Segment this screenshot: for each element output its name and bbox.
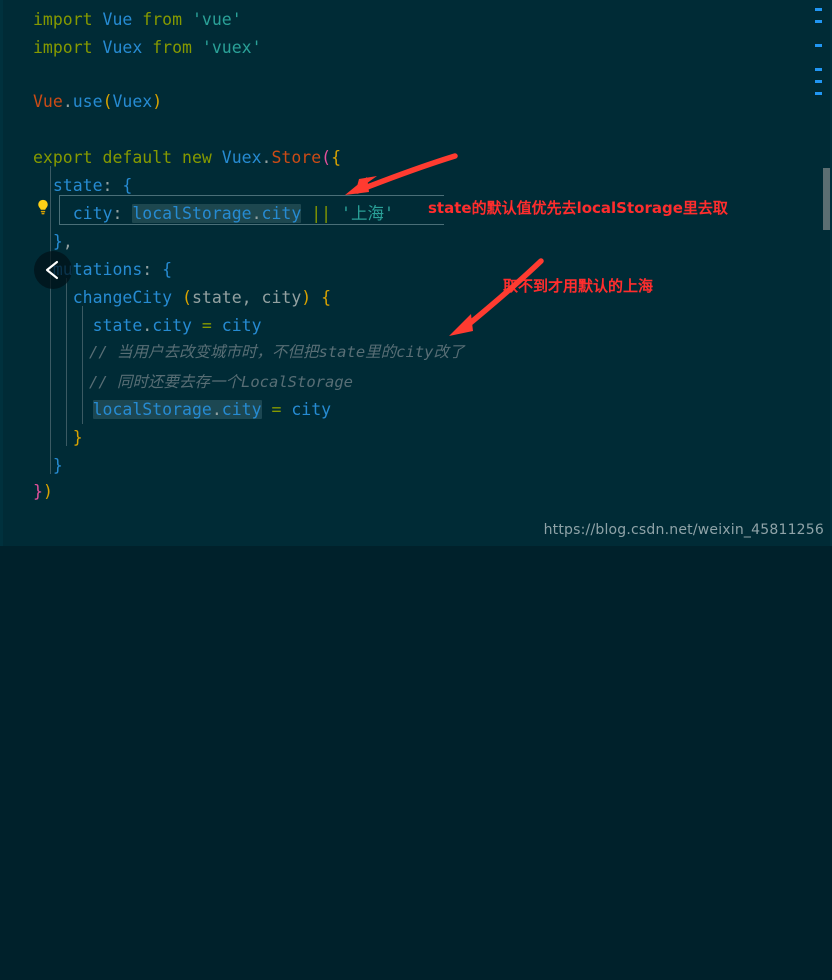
token-colon: : bbox=[142, 260, 153, 279]
code-line-comment: // 同时还要去存一个LocalStorage bbox=[33, 368, 353, 396]
token-paren-open: ( bbox=[182, 288, 192, 307]
token-vuex: Vuex bbox=[102, 38, 143, 57]
minimap-mark bbox=[815, 80, 822, 83]
token-export: export bbox=[33, 148, 93, 167]
token-city: city bbox=[261, 204, 302, 223]
code-line: } bbox=[33, 424, 83, 452]
token-from: from bbox=[142, 10, 183, 29]
token-assign: = bbox=[201, 316, 212, 335]
token-use: use bbox=[72, 92, 103, 111]
code-line: changeCity (state, city) { bbox=[33, 284, 331, 312]
token-paren-open: ( bbox=[102, 92, 113, 111]
token-localstorage: localStorage bbox=[132, 204, 252, 223]
token-vuex: Vuex bbox=[221, 148, 262, 167]
code-line: Vue.use(Vuex) bbox=[33, 88, 162, 116]
previous-match-button[interactable]: Previous bbox=[34, 251, 72, 289]
comment-text-1: // 当用户去改变城市时，不但把state里的city改了 bbox=[89, 343, 465, 361]
annotation-arrow-1 bbox=[345, 153, 458, 195]
token-paren-close: ) bbox=[152, 92, 163, 111]
minimap-mark bbox=[815, 20, 822, 23]
token-brace-open: { bbox=[122, 176, 133, 195]
token-comma: , bbox=[62, 232, 73, 251]
token-param-state: state bbox=[191, 288, 242, 307]
code-line: state.city = city bbox=[33, 312, 262, 340]
token-city: city bbox=[291, 400, 332, 419]
token-dot: . bbox=[142, 316, 153, 335]
token-dot: . bbox=[62, 92, 73, 111]
minimap-mark bbox=[815, 8, 822, 11]
token-new: new bbox=[182, 148, 212, 167]
token-from: from bbox=[152, 38, 192, 57]
token-dot: . bbox=[261, 148, 272, 167]
comment-text-2: // 同时还要去存一个LocalStorage bbox=[89, 373, 353, 391]
token-vue: Vue bbox=[33, 92, 63, 111]
token-dot: . bbox=[251, 204, 262, 223]
token-brace-close: } bbox=[72, 428, 83, 447]
token-city: city bbox=[221, 316, 262, 335]
minimap-mark bbox=[815, 92, 822, 95]
token-colon: : bbox=[112, 204, 123, 223]
code-editor[interactable]: import Vue from 'vue' import Vuex from '… bbox=[0, 0, 832, 546]
minimap-mark bbox=[815, 68, 822, 71]
token-default: default bbox=[102, 148, 173, 167]
token-brace-close: } bbox=[33, 482, 43, 501]
token-city: city bbox=[72, 204, 113, 223]
token-import: import bbox=[33, 38, 93, 57]
token-dot: . bbox=[211, 400, 222, 419]
token-string-vuex: 'vuex' bbox=[201, 38, 262, 57]
token-string-shanghai: '上海' bbox=[341, 204, 394, 223]
token-colon: : bbox=[102, 176, 113, 195]
occurrence-localstorage-city: localStorage.city bbox=[92, 400, 262, 419]
token-param-city: city bbox=[261, 288, 302, 307]
annotation-line-1: state的默认值优先去localStorage里去取 bbox=[428, 199, 728, 217]
code-line-comment: // 当用户去改变城市时，不但把state里的city改了 bbox=[33, 338, 464, 366]
code-line: localStorage.city = city bbox=[33, 396, 331, 424]
code-line: }) bbox=[33, 478, 53, 506]
annotation-arrow-2 bbox=[449, 258, 544, 336]
token-import: import bbox=[33, 10, 93, 29]
code-line: } bbox=[33, 452, 63, 480]
token-state: state bbox=[92, 316, 143, 335]
lightbulb-icon[interactable]: Quick Fix bbox=[34, 198, 52, 216]
token-localstorage: localStorage bbox=[92, 400, 212, 419]
token-string-vue: 'vue' bbox=[191, 10, 242, 29]
token-vuex: Vuex bbox=[112, 92, 153, 111]
code-line: state: { bbox=[33, 172, 132, 200]
token-paren-close: ) bbox=[42, 482, 53, 501]
token-vue: Vue bbox=[102, 10, 133, 29]
token-brace-open: { bbox=[162, 260, 173, 279]
token-comma: , bbox=[241, 288, 252, 307]
token-city: city bbox=[221, 400, 262, 419]
code-line: import Vue from 'vue' bbox=[33, 6, 242, 34]
token-brace-close: } bbox=[52, 232, 63, 251]
token-changecity: changeCity bbox=[72, 288, 173, 307]
token-paren-open: ( bbox=[321, 148, 332, 167]
token-store: Store bbox=[271, 148, 322, 167]
token-paren-close: ) bbox=[301, 288, 312, 307]
code-line: import Vuex from 'vuex' bbox=[33, 34, 262, 62]
code-line: export default new Vuex.Store({ bbox=[33, 144, 341, 172]
token-city: city bbox=[152, 316, 192, 335]
token-assign: = bbox=[271, 400, 282, 419]
watermark: https://blog.csdn.net/weixin_45811256 bbox=[543, 522, 824, 538]
token-brace-close: } bbox=[52, 456, 63, 475]
chevron-left-icon: Previous bbox=[45, 260, 59, 280]
minimap[interactable] bbox=[815, 0, 822, 546]
minimap-mark bbox=[815, 44, 822, 47]
token-or-operator: || bbox=[311, 204, 332, 223]
occurrence-localstorage-city: localStorage.city bbox=[132, 204, 302, 223]
token-state: state bbox=[52, 176, 103, 195]
token-brace-open: { bbox=[321, 288, 332, 307]
